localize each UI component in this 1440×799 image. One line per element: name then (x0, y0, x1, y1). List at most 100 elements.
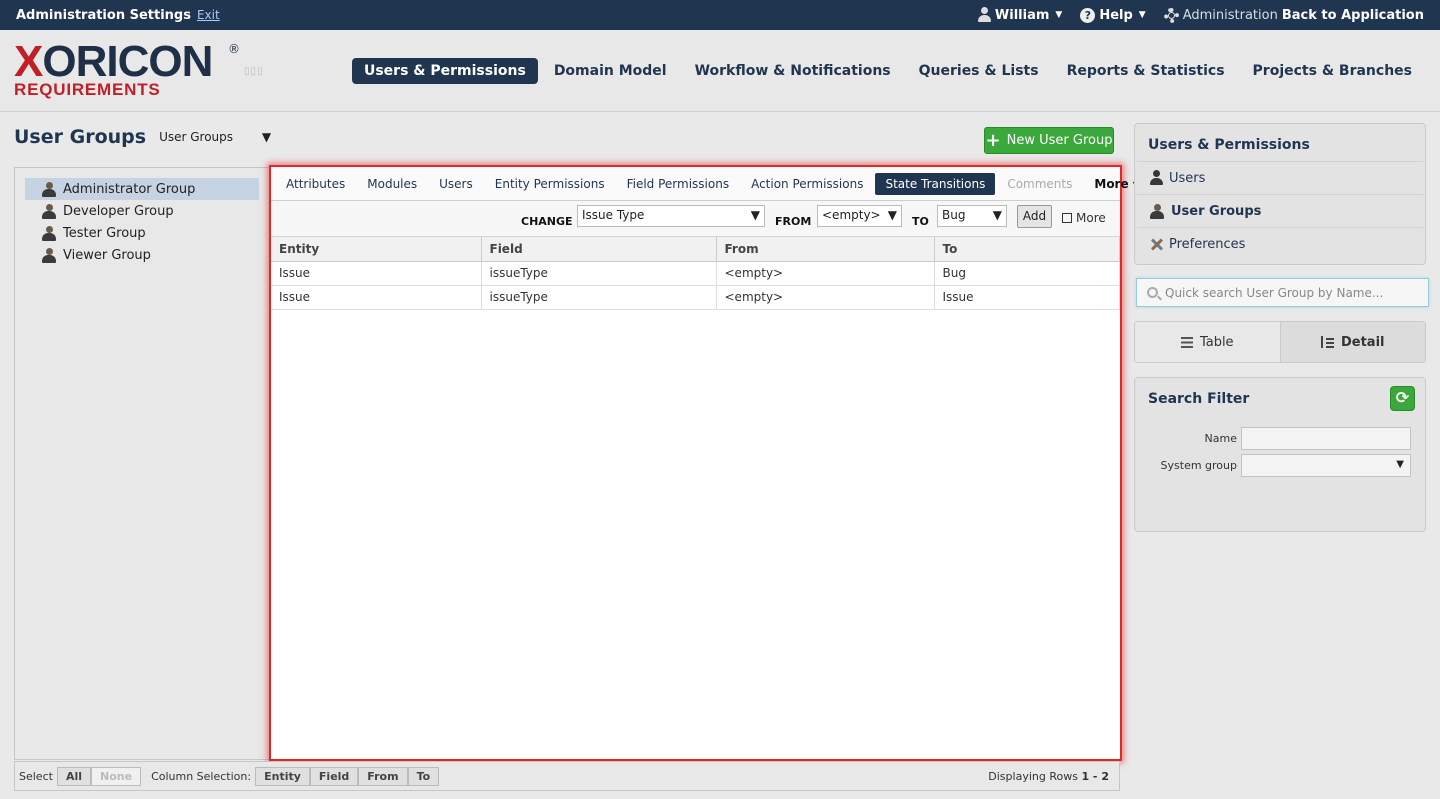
column-header-entity[interactable]: Entity (271, 237, 482, 262)
column-header-from[interactable]: From (716, 237, 935, 262)
sidebar-item-user-groups[interactable]: User Groups (1137, 194, 1423, 227)
nav-reports-statistics[interactable]: Reports & Statistics (1055, 58, 1237, 84)
back-to-application-link[interactable]: Administration Back to Application (1163, 7, 1424, 23)
list-item-viewer-group[interactable]: Viewer Group (25, 244, 259, 266)
table-row[interactable]: Issue issueType <empty> Bug (271, 261, 1120, 286)
user-menu[interactable]: William ▼ (977, 7, 1062, 23)
tab-modules[interactable]: Modules (357, 173, 427, 195)
select-all-button[interactable]: All (56, 766, 91, 786)
nav-workflow-notifications[interactable]: Workflow & Notifications (683, 58, 903, 84)
sidebar-item-users[interactable]: Users (1137, 161, 1423, 194)
nav-queries-lists[interactable]: Queries & Lists (907, 58, 1051, 84)
users-permissions-sidebar: Users & Permissions Users User Groups Pr… (1134, 123, 1426, 265)
group-name: Administrator Group (63, 181, 196, 197)
tab-entity-permissions[interactable]: Entity Permissions (485, 173, 615, 195)
to-select-value: Bug (942, 208, 966, 222)
select-none-button[interactable]: None (91, 766, 142, 786)
table-view-button[interactable]: Table (1135, 322, 1280, 362)
new-user-group-button[interactable]: + New User Group (984, 127, 1114, 154)
change-label: CHANGE (521, 215, 573, 228)
select-label: Select (19, 769, 53, 783)
filter-system-group-select[interactable]: ▼ (1241, 454, 1411, 477)
new-user-group-label: New User Group (1006, 133, 1113, 148)
column-toggle-entity[interactable]: Entity (255, 766, 310, 786)
help-icon: ? (1080, 7, 1096, 23)
detail-view-button[interactable]: Detail (1279, 322, 1425, 362)
view-switch: Table Detail (1134, 321, 1426, 363)
admin-settings-title: Administration Settings (16, 7, 191, 23)
search-filter-title: Search Filter (1148, 391, 1250, 407)
cell-to: Issue (934, 285, 1120, 310)
more-link[interactable]: More (1062, 211, 1106, 225)
column-selection-label: Column Selection: (151, 769, 252, 783)
top-bar: Administration Settings Exit William ▼ ?… (0, 0, 1440, 30)
cell-from: <empty> (716, 285, 935, 310)
nav-users-permissions[interactable]: Users & Permissions (351, 58, 538, 84)
add-transition-button[interactable]: Add (1017, 205, 1052, 228)
displaying-rows-label: Displaying Rows (988, 769, 1078, 783)
tab-users[interactable]: Users (429, 173, 483, 195)
user-icon (977, 7, 991, 23)
detail-view-label: Detail (1340, 334, 1385, 350)
registered-mark: ® (228, 42, 240, 56)
dropdown-arrow-icon: ▼ (887, 208, 897, 222)
bottom-bar: Select All None Column Selection: Entity… (14, 761, 1120, 791)
change-select[interactable]: Issue Type ▼ (577, 205, 765, 227)
sidebar-item-preferences[interactable]: Preferences (1137, 227, 1423, 260)
change-select-value: Issue Type (582, 208, 645, 222)
column-toggle-from[interactable]: From (358, 766, 408, 786)
filter-name-label: Name (1204, 432, 1237, 445)
help-menu[interactable]: ? Help ▼ (1080, 7, 1146, 23)
table-row[interactable]: Issue issueType <empty> Issue (271, 285, 1120, 310)
column-toggle-field[interactable]: Field (309, 766, 359, 786)
app-header: XORICON REQUIREMENTS ® ▯▯▯ Users & Permi… (0, 30, 1440, 112)
external-link-icon (1062, 213, 1072, 223)
filter-name-input[interactable] (1241, 427, 1411, 450)
cell-to: Bug (934, 261, 1120, 286)
nav-domain-model[interactable]: Domain Model (542, 58, 679, 84)
sidebar-item-label: User Groups (1171, 203, 1262, 219)
user-group-icon (41, 203, 57, 219)
group-name: Tester Group (63, 225, 146, 241)
nav-projects-branches[interactable]: Projects & Branches (1241, 58, 1424, 84)
column-header-to[interactable]: To (934, 237, 1120, 262)
back-label: Back to Application (1281, 7, 1424, 23)
list-icon (1180, 336, 1193, 348)
quick-search-placeholder: Quick search User Group by Name... (1165, 285, 1384, 300)
exit-link[interactable]: Exit (197, 8, 220, 22)
xoricon-logo[interactable]: XORICON REQUIREMENTS ® ▯▯▯ (14, 37, 263, 99)
more-label: More (1076, 211, 1106, 225)
refresh-icon[interactable]: ⟳ (1390, 386, 1415, 411)
list-item-developer-group[interactable]: Developer Group (25, 200, 259, 222)
user-group-icon (41, 225, 57, 241)
user-group-list: Administrator Group Developer Group Test… (15, 168, 269, 276)
logo-wordmark: XORICON (14, 37, 213, 86)
quick-search-input[interactable]: Quick search User Group by Name... (1136, 278, 1429, 307)
list-item-administrator-group[interactable]: Administrator Group (25, 178, 259, 200)
tab-action-permissions[interactable]: Action Permissions (741, 173, 873, 195)
chevron-down-icon: ▼ (1055, 10, 1063, 20)
page-title: User Groups (14, 126, 147, 148)
group-name: Viewer Group (63, 247, 151, 263)
filter-system-group-label: System group (1160, 459, 1237, 472)
displaying-rows: Displaying Rows 1 - 2 (988, 770, 1109, 783)
page-header: User Groups User Groups ▼ (14, 126, 271, 148)
column-selection-segment: Entity Field From To (255, 766, 440, 786)
to-label: TO (912, 215, 929, 228)
view-select-value: User Groups (159, 130, 234, 144)
from-select[interactable]: <empty> ▼ (817, 205, 902, 227)
tab-comments[interactable]: Comments (997, 173, 1082, 195)
cell-entity: Issue (271, 261, 482, 286)
cell-from: <empty> (716, 261, 935, 286)
to-select[interactable]: Bug ▼ (937, 205, 1007, 227)
tab-field-permissions[interactable]: Field Permissions (617, 173, 740, 195)
displaying-rows-range: 1 - 2 (1081, 769, 1109, 783)
column-toggle-to[interactable]: To (407, 766, 440, 786)
view-select[interactable]: User Groups ▼ (159, 130, 271, 144)
tab-state-transitions[interactable]: State Transitions (875, 172, 996, 195)
column-header-field[interactable]: Field (481, 237, 717, 262)
user-group-icon (41, 181, 57, 197)
tab-attributes[interactable]: Attributes (276, 173, 355, 195)
group-name: Developer Group (63, 203, 174, 219)
list-item-tester-group[interactable]: Tester Group (25, 222, 259, 244)
